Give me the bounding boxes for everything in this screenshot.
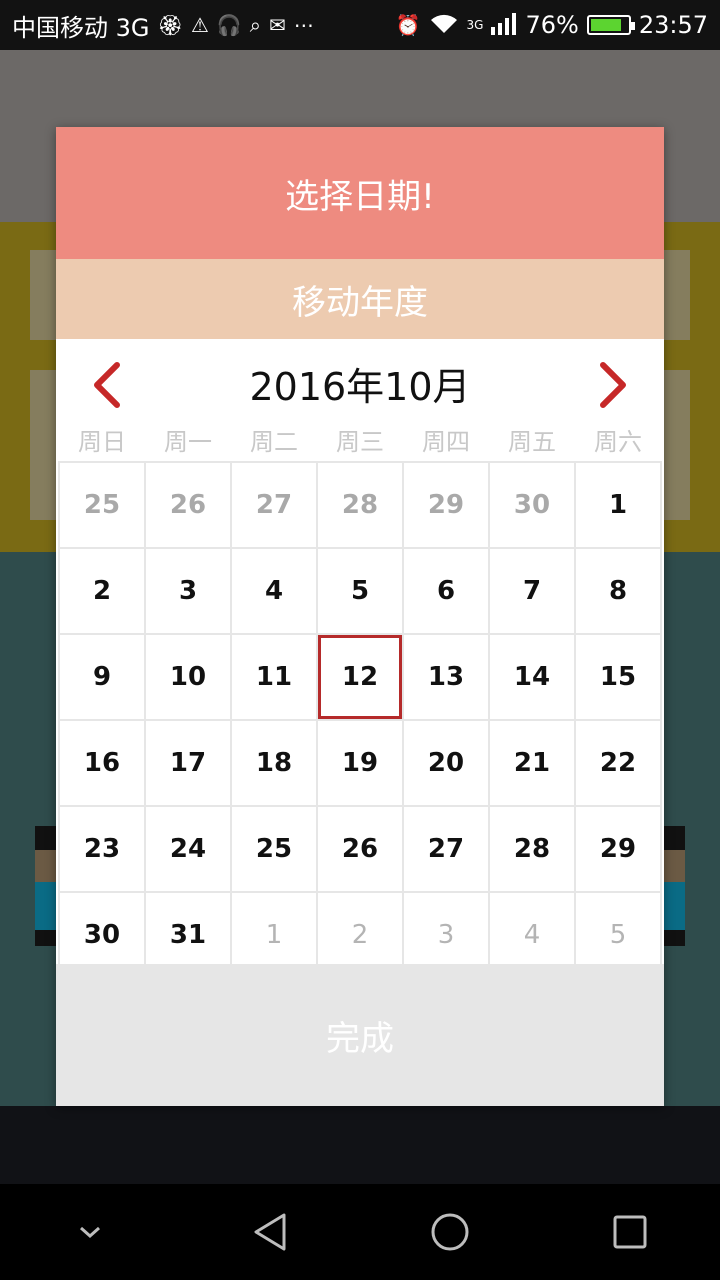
- day-cell[interactable]: 1: [576, 463, 662, 549]
- status-left: 中国移动 3G 🏵 ⚠ 🎧 ⌕ ✉ ⋯: [12, 8, 314, 43]
- prev-month-button[interactable]: [82, 357, 130, 413]
- day-cell[interactable]: 25: [232, 807, 318, 893]
- day-cell[interactable]: 15: [576, 635, 662, 721]
- chevron-down-icon: [80, 1226, 100, 1239]
- day-cell[interactable]: 5: [318, 549, 404, 635]
- day-cell[interactable]: 2: [60, 549, 146, 635]
- day-cell[interactable]: 21: [490, 721, 576, 807]
- day-cell[interactable]: 3: [146, 549, 232, 635]
- battery-percent: 76%: [525, 11, 579, 39]
- day-cell[interactable]: 28: [318, 463, 404, 549]
- mail-icon: ✉: [268, 13, 286, 37]
- day-cell[interactable]: 29: [576, 807, 662, 893]
- signal-icon: [491, 12, 517, 38]
- network-type: 3G: [466, 18, 484, 32]
- day-cell[interactable]: 13: [404, 635, 490, 721]
- day-cell[interactable]: 17: [146, 721, 232, 807]
- triangle-back-icon: [254, 1213, 286, 1251]
- day-cell[interactable]: 25: [60, 463, 146, 549]
- done-area: 完成: [56, 964, 664, 1106]
- day-cell[interactable]: 30: [490, 463, 576, 549]
- app-badge-icon: 🏵: [157, 13, 183, 37]
- selected-day-cell[interactable]: 12: [318, 635, 404, 721]
- day-cell[interactable]: 10: [146, 635, 232, 721]
- weekday-label: 周六: [594, 428, 642, 456]
- chevron-left-icon: [94, 362, 120, 408]
- status-bar: 中国移动 3G 🏵 ⚠ 🎧 ⌕ ✉ ⋯ ⏰ 3G 76% 23:57: [0, 0, 720, 50]
- day-cell[interactable]: 9: [60, 635, 146, 721]
- weekday-label: 周四: [422, 428, 470, 456]
- chevron-right-icon: [600, 362, 626, 408]
- day-cell[interactable]: 27: [232, 463, 318, 549]
- day-cell[interactable]: 22: [576, 721, 662, 807]
- weekday-label: 周三: [336, 428, 384, 456]
- wifi-icon: [429, 13, 459, 38]
- month-label: 2016年10月: [249, 364, 471, 409]
- day-cell[interactable]: 26: [146, 463, 232, 549]
- search-icon: ⌕: [249, 13, 261, 37]
- circle-home-icon: [431, 1213, 469, 1251]
- weekday-label: 周一: [164, 428, 212, 456]
- day-cell[interactable]: 8: [576, 549, 662, 635]
- day-cell[interactable]: 28: [490, 807, 576, 893]
- carrier-label: 中国移动 3G: [12, 13, 150, 42]
- day-cell[interactable]: 29: [404, 463, 490, 549]
- navigation-bar: [0, 1184, 720, 1280]
- done-button[interactable]: 完成: [286, 1001, 434, 1070]
- day-cell[interactable]: 18: [232, 721, 318, 807]
- clock: 23:57: [638, 11, 708, 39]
- day-cell[interactable]: 4: [232, 549, 318, 635]
- headset-icon: 🎧: [216, 13, 242, 37]
- calendar-grid: 25 26 27 28 29 30 1 2 3 4 5 6 7 8 9 10 11 12 13 14 15 16 17 18 1…: [58, 461, 662, 979]
- day-cell[interactable]: 26: [318, 807, 404, 893]
- day-cell[interactable]: 7: [490, 549, 576, 635]
- day-cell[interactable]: 24: [146, 807, 232, 893]
- date-picker-dialog: 选择日期! 移动年度 2016年10月 周日 周一 周二 周三 周四 周五 周六…: [56, 127, 664, 1106]
- status-right: ⏰ 3G 76% 23:57: [396, 11, 708, 39]
- day-cell[interactable]: 27: [404, 807, 490, 893]
- day-cell[interactable]: 16: [60, 721, 146, 807]
- nav-back-button[interactable]: [210, 1184, 330, 1280]
- day-cell[interactable]: 20: [404, 721, 490, 807]
- day-cell[interactable]: 14: [490, 635, 576, 721]
- square-recent-icon: [613, 1215, 647, 1249]
- clipboard-warning-icon: ⚠: [190, 13, 209, 37]
- dialog-subtitle: 移动年度: [56, 259, 664, 339]
- nav-recent-button[interactable]: [570, 1184, 690, 1280]
- weekday-label: 周五: [508, 428, 556, 456]
- weekday-label: 周二: [250, 428, 298, 456]
- more-icon: ⋯: [293, 13, 314, 37]
- calendar-header: 2016年10月: [56, 339, 664, 427]
- alarm-icon: ⏰: [395, 13, 421, 37]
- day-cell[interactable]: 6: [404, 549, 490, 635]
- background-footer: [0, 1106, 720, 1184]
- day-cell[interactable]: 11: [232, 635, 318, 721]
- weekday-row: 周日 周一 周二 周三 周四 周五 周六: [56, 427, 664, 461]
- day-cell[interactable]: 19: [318, 721, 404, 807]
- battery-icon: [586, 15, 635, 35]
- nav-home-button[interactable]: [390, 1184, 510, 1280]
- weekday-label: 周日: [78, 428, 126, 456]
- next-month-button[interactable]: [590, 357, 638, 413]
- day-cell[interactable]: 23: [60, 807, 146, 893]
- nav-down-button[interactable]: [30, 1184, 150, 1280]
- dialog-title: 选择日期!: [56, 127, 664, 259]
